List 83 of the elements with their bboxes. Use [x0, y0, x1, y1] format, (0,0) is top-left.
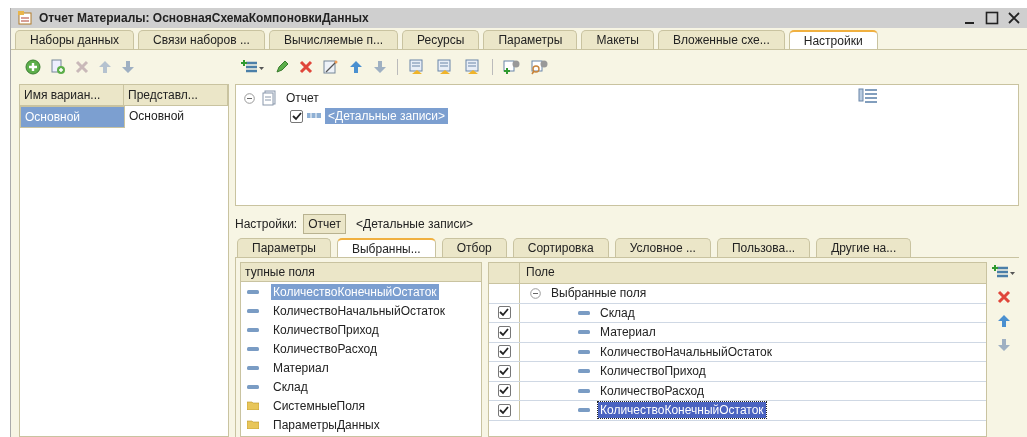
field-icon	[247, 346, 259, 351]
checkbox[interactable]	[497, 384, 511, 398]
breadcrumb-button[interactable]: <Детальные записи>	[352, 215, 478, 233]
add-list-icon[interactable]	[992, 264, 1016, 280]
tree-item[interactable]: Отчет	[283, 90, 322, 106]
tab[interactable]: Условное ...	[614, 238, 711, 257]
checkbox[interactable]	[497, 325, 511, 339]
group-item[interactable]: Выбранные поля	[549, 285, 649, 302]
field-icon	[578, 349, 590, 354]
window-title: Отчет Материалы: ОсновнаяСхемаКомпоновкиДанных	[39, 11, 369, 25]
tab[interactable]: Сортировка	[512, 238, 609, 257]
field-item[interactable]: КоличествоРасход	[271, 340, 379, 357]
field-icon	[578, 388, 590, 393]
tab[interactable]: Связи наборов ...	[138, 30, 265, 49]
tab[interactable]: Вычисляемые п...	[268, 30, 399, 49]
field-icon	[578, 330, 590, 335]
move-up-icon[interactable]	[997, 314, 1011, 328]
close-icon[interactable]	[1007, 11, 1021, 25]
checkbox[interactable]	[497, 306, 511, 320]
pencil-icon[interactable]	[275, 60, 289, 74]
column-header[interactable]: Поле	[520, 263, 561, 283]
checkbox[interactable]	[497, 364, 511, 378]
table-gear-add-icon[interactable]	[503, 59, 521, 75]
document-wand-icon[interactable]	[323, 59, 339, 75]
list-icon[interactable]	[858, 87, 878, 103]
field-icon	[247, 365, 259, 370]
collapse-icon[interactable]	[530, 287, 541, 299]
move-down-icon[interactable]	[997, 338, 1011, 352]
tab[interactable]: Параметры	[483, 30, 578, 49]
collapse-icon[interactable]	[244, 92, 255, 104]
delete-icon[interactable]	[299, 60, 313, 74]
move-down-icon[interactable]	[121, 60, 135, 74]
delete-icon[interactable]	[997, 290, 1011, 304]
tab[interactable]: Ресурсы	[402, 30, 480, 49]
field-icon	[247, 289, 259, 294]
folder-icon	[247, 420, 259, 429]
tab[interactable]: Выбранны...	[336, 238, 436, 257]
column-header[interactable]: Представл...	[124, 85, 228, 106]
field-item[interactable]: КоличествоНачальныйОстаток	[271, 302, 448, 319]
folder-icon	[247, 401, 259, 410]
field-item[interactable]: КоличествоПриход	[598, 363, 708, 380]
tab[interactable]: Параметры	[237, 238, 331, 257]
field-item[interactable]: СистемныеПоля	[271, 397, 368, 414]
field-item[interactable]: Склад	[598, 304, 637, 321]
tab[interactable]: Отбор	[441, 238, 507, 257]
settings-label: Настройки:	[235, 217, 298, 231]
field-icon	[247, 308, 259, 313]
tab[interactable]: Вложенные схе...	[657, 30, 785, 49]
table-cell[interactable]: Основной	[125, 106, 228, 128]
field-item[interactable]: КоличествоКонечныйОстаток	[598, 402, 766, 419]
field-icon	[578, 310, 590, 315]
breadcrumb-button[interactable]: Отчет	[303, 214, 347, 234]
field-item[interactable]: КоличествоРасход	[598, 382, 706, 399]
add-icon[interactable]	[25, 59, 41, 75]
field-icon	[247, 384, 259, 389]
table-gear-search-icon[interactable]	[531, 59, 549, 75]
checkbox[interactable]	[497, 403, 511, 417]
report-icon	[17, 10, 33, 26]
checkbox[interactable]	[497, 345, 511, 359]
field-item[interactable]: КоличествоПриход	[271, 321, 381, 338]
field-item[interactable]: Материал	[271, 359, 331, 376]
add-list-icon[interactable]	[241, 59, 265, 75]
field-icon	[578, 369, 590, 374]
tab[interactable]: Другие на...	[816, 238, 912, 257]
column-header[interactable]: тупные поля	[241, 263, 481, 282]
copy-document-icon[interactable]	[50, 59, 66, 75]
column-header[interactable]: Имя вариан...	[20, 85, 124, 106]
move-down-icon[interactable]	[373, 60, 387, 74]
field-item[interactable]: Склад	[271, 378, 310, 395]
maximize-icon[interactable]	[985, 11, 999, 25]
field-item[interactable]: Материал	[598, 324, 658, 341]
records-icon	[307, 113, 321, 119]
field-icon	[578, 408, 590, 413]
field-item[interactable]: КоличествоНачальныйОстаток	[598, 343, 775, 360]
tab[interactable]: Макеты	[581, 30, 654, 49]
field-item[interactable]: ПараметрыДанных	[271, 416, 382, 433]
field-icon	[247, 327, 259, 332]
tab[interactable]: Пользова...	[716, 238, 811, 257]
document-icon	[261, 90, 277, 106]
tab[interactable]: Наборы данных	[15, 30, 135, 49]
tab[interactable]: Настройки	[788, 30, 878, 49]
move-up-icon[interactable]	[349, 60, 363, 74]
checkbox[interactable]	[290, 109, 303, 123]
